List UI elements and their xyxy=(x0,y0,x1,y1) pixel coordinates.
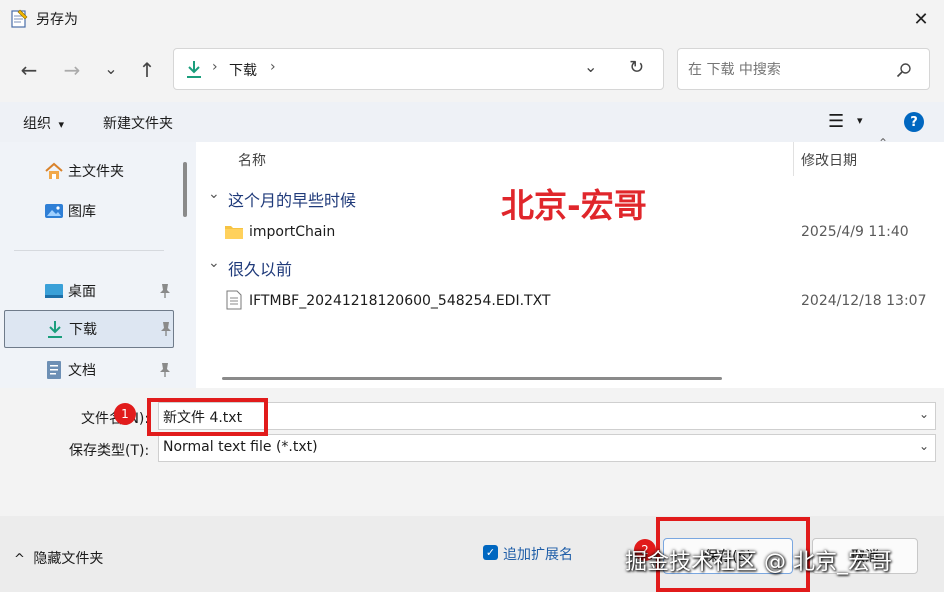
back-button[interactable]: ← xyxy=(12,53,46,87)
file-row-name[interactable]: importChain xyxy=(249,224,335,240)
breadcrumb-separator: › xyxy=(212,59,218,75)
hide-folders-toggle[interactable]: ^ 隐藏文件夹 xyxy=(14,548,103,568)
sidebar-item-downloads[interactable]: 下载 xyxy=(4,310,174,348)
search-box[interactable] xyxy=(677,48,930,90)
sidebar-scrollbar[interactable] xyxy=(183,162,187,217)
forward-button[interactable]: → xyxy=(55,53,89,87)
column-divider[interactable] xyxy=(793,142,794,176)
desktop-icon xyxy=(45,284,63,298)
sidebar-item-label: 文档 xyxy=(68,363,96,379)
sidebar-item-label: 下载 xyxy=(69,322,97,338)
annotation-badge: 1 xyxy=(114,403,136,425)
group-collapse-icon[interactable]: ⌄ xyxy=(208,186,220,202)
text-file-icon xyxy=(226,290,242,310)
view-options-icon[interactable]: ☰ xyxy=(828,111,844,132)
window-title: 另存为 xyxy=(36,12,78,28)
help-glyph: ? xyxy=(910,114,918,130)
column-header-modified[interactable]: 修改日期 xyxy=(801,150,857,170)
group-header[interactable]: 很久以前 xyxy=(228,256,292,280)
download-icon xyxy=(187,61,201,78)
file-row-modified[interactable]: 2025/4/9 11:40 xyxy=(801,224,909,240)
hide-folders-label: 隐藏文件夹 xyxy=(33,551,104,567)
title-bar: 另存为 ✕ xyxy=(0,0,944,38)
sidebar-divider xyxy=(14,250,164,251)
download-icon xyxy=(48,321,62,338)
pin-icon[interactable] xyxy=(158,362,172,378)
sidebar-item-home[interactable]: 主文件夹 xyxy=(4,152,174,190)
back-arrow-icon: ← xyxy=(20,58,38,82)
organize-menu[interactable]: 组织 ▾ xyxy=(23,113,64,133)
sort-caret-icon: ⌃ xyxy=(878,136,889,150)
file-row-name[interactable]: IFTMBF_20241218120600_548254.EDI.TXT xyxy=(249,293,550,309)
search-icon[interactable] xyxy=(896,62,912,78)
gallery-icon xyxy=(45,204,63,218)
sidebar-item-label: 主文件夹 xyxy=(68,164,124,180)
filetype-select[interactable]: Normal text file (*.txt) ⌄ xyxy=(158,434,936,462)
watermark-bottom: 掘金技术社区 @ 北京_宏哥 xyxy=(625,550,892,575)
notepad-icon xyxy=(11,9,28,28)
view-caret-icon[interactable]: ▾ xyxy=(857,114,863,127)
refresh-icon[interactable]: ↻ xyxy=(629,57,644,78)
file-row-modified[interactable]: 2024/12/18 13:07 xyxy=(801,293,927,309)
sidebar-item-desktop[interactable]: 桌面 xyxy=(4,272,174,310)
chevron-up-icon: ^ xyxy=(14,552,25,567)
folder-icon xyxy=(225,226,243,239)
column-header-name[interactable]: 名称 xyxy=(238,150,266,170)
close-icon: ✕ xyxy=(913,8,929,30)
close-button[interactable]: ✕ xyxy=(898,0,944,38)
help-icon[interactable]: ? xyxy=(904,112,924,132)
filetype-label: 保存类型(T): xyxy=(69,443,150,459)
save-form: 文件名(N): 新文件 4.txt ⌄ 保存类型(T): Normal text… xyxy=(0,388,944,516)
sidebar-item-label: 桌面 xyxy=(68,284,96,300)
sidebar-item-documents[interactable]: 文档 xyxy=(4,351,174,389)
caret-down-icon: ▾ xyxy=(58,118,64,131)
filename-field[interactable]: 新文件 4.txt ⌄ xyxy=(158,402,936,430)
chevron-down-icon: ⌄ xyxy=(104,58,118,78)
organize-label: 组织 xyxy=(23,116,51,132)
up-button[interactable]: ↑ xyxy=(130,53,164,87)
address-bar[interactable]: › 下载 › ⌄ ↻ xyxy=(173,48,664,90)
horizontal-scrollbar[interactable] xyxy=(222,377,722,380)
new-folder-button[interactable]: 新建文件夹 xyxy=(103,113,173,133)
up-arrow-icon: ↑ xyxy=(138,58,156,82)
command-bar: 组织 ▾ 新建文件夹 ☰ ▾ ? xyxy=(0,102,944,142)
search-input[interactable] xyxy=(686,57,890,83)
filetype-value: Normal text file (*.txt) xyxy=(163,439,318,455)
breadcrumb-separator-end[interactable]: › xyxy=(270,59,276,75)
append-extension-checkbox[interactable]: ✓ xyxy=(483,545,498,560)
group-collapse-icon[interactable]: ⌄ xyxy=(208,255,220,271)
home-icon xyxy=(45,162,63,179)
document-icon xyxy=(47,361,61,379)
chevron-down-icon[interactable]: ⌄ xyxy=(919,439,929,453)
chevron-down-icon[interactable]: ⌄ xyxy=(919,407,929,421)
pin-icon[interactable] xyxy=(159,321,173,337)
file-list: 名称 修改日期 ⌃ ⌄ 这个月的早些时候 importChain 2025/4/… xyxy=(196,136,944,388)
pin-icon[interactable] xyxy=(158,283,172,299)
group-header[interactable]: 这个月的早些时候 xyxy=(228,187,356,211)
annotation-box xyxy=(147,398,268,436)
sidebar-item-label: 图库 xyxy=(68,204,96,220)
address-dropdown-icon[interactable]: ⌄ xyxy=(584,57,597,76)
watermark-text: 北京-宏哥 xyxy=(501,186,647,225)
forward-arrow-icon: → xyxy=(63,58,81,82)
breadcrumb-current[interactable]: 下载 xyxy=(229,60,257,80)
recent-locations-button[interactable]: ⌄ xyxy=(94,51,128,85)
append-extension-label[interactable]: 追加扩展名 xyxy=(503,544,573,564)
navigation-pane: 主文件夹 图库 桌面 下载 文档 xyxy=(0,142,196,388)
sidebar-item-gallery[interactable]: 图库 xyxy=(4,192,174,230)
